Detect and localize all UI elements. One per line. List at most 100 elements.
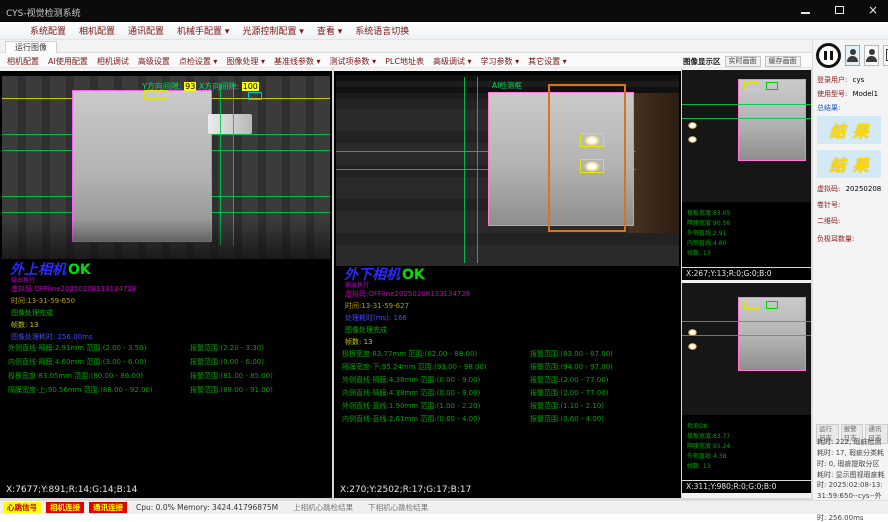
overlay-yellow-box <box>744 82 760 90</box>
tool-advanced-settings[interactable]: 高级设置 <box>138 56 170 67</box>
user-icon <box>847 56 858 62</box>
measurement-row: 隔膜宽度-下:95.24mm 范围:(93.00 - 98.00) <box>342 362 487 372</box>
measurement-row: 外侧直线-直线:1.90mm 范围:(1.00 - 2.20) <box>342 401 480 411</box>
menu-bar: 系统配置 相机配置 通讯配置 机械手配置 ▾ 光源控制配置 ▾ 查看 ▾ 系统语… <box>0 22 888 40</box>
overlay-green-box <box>766 82 778 90</box>
maximize-button[interactable] <box>830 2 848 18</box>
thumb-info-line: 帧数: 13 <box>687 248 711 257</box>
overlay-green-vline <box>464 77 465 263</box>
measurement-row: 内侧直线-隔膜:4.60mm 范围:(3.00 - 6.00) <box>8 357 146 367</box>
model-label: 使用型号: <box>817 90 847 98</box>
menu-item-view[interactable]: 查看 ▾ <box>317 24 342 37</box>
spool-row: 卷针号: <box>817 200 840 210</box>
heartbeat-status-badge: 心跳信号 <box>3 502 41 513</box>
thumb-info-line: 隔膜宽度:90.56 <box>687 218 730 227</box>
tool-ai-config[interactable]: AI使用配置 <box>48 56 88 67</box>
thumb-info-line: 帧数: 13 <box>687 461 711 470</box>
tool-test-params[interactable]: 测试项参数 ▾ <box>330 56 377 67</box>
overlay-green-line <box>682 321 811 322</box>
tool-image-process[interactable]: 图像处理 ▾ <box>226 56 265 67</box>
measurement-row: 极板宽度:83.05mm 范围:(80.00 - 86.00) <box>8 371 143 381</box>
overlay-green-line <box>682 118 811 119</box>
menu-item-camera-config[interactable]: 相机配置 <box>79 24 115 37</box>
alarm-range: 报警范围:(89.00 - 91.00) <box>190 385 273 395</box>
tab-count-label: 负极耳数量: <box>817 235 854 243</box>
window-controls: × <box>796 2 882 18</box>
alarm-range: 报警范围:(0.60 - 4.00) <box>530 414 604 424</box>
alarm-range: 报警范围:(81.00 - 85.00) <box>190 371 273 381</box>
result-box-2: 结果 <box>817 150 881 178</box>
tab-run-image[interactable]: 运行图像 <box>5 41 57 53</box>
close-button[interactable]: × <box>864 2 882 18</box>
menu-item-comm-config[interactable]: 通讯配置 <box>128 24 164 37</box>
led-glow <box>688 343 697 350</box>
virtual-code-value: 20250208 <box>846 185 882 193</box>
tab-count-row: 负极耳数量: <box>817 234 854 244</box>
thumb-info-line: 极板宽度:83.77 <box>687 431 730 440</box>
minimize-icon <box>801 12 810 14</box>
menu-item-light-config[interactable]: 光源控制配置 ▾ <box>242 24 303 37</box>
process-done-line: 图像处理完成 <box>11 308 53 318</box>
login-user-value: cys <box>853 76 865 84</box>
measurement-row: 极板宽度:83.77mm 范围:(82.00 - 88.00) <box>342 349 477 359</box>
camera-image-outer-lower[interactable]: AI检测框 <box>336 75 679 266</box>
model-value: Model1 <box>853 90 878 98</box>
thumb-tab-cache[interactable]: 缓存画面 <box>765 56 801 67</box>
title-bar: CYS-视觉检测系统 × <box>0 0 888 22</box>
thumbnail-image-bottom[interactable] <box>682 283 811 415</box>
app-window: CYS-视觉检测系统 × C 系统配置 相机配置 通讯配置 机械手配置 ▾ 光源… <box>0 0 888 522</box>
camera-image-outer-upper[interactable]: Y方向间隙: 93 X方向间隙: 100 <box>2 76 330 259</box>
machine-brown-band <box>628 93 679 233</box>
menu-item-robot-config[interactable]: 机械手配置 ▾ <box>177 24 229 37</box>
spool-label: 卷针号: <box>817 201 840 209</box>
tool-plc-table[interactable]: PLC地址表 <box>385 56 424 67</box>
pixel-coords-readout: X:270;Y:2502;R:17;G:17;B:17 <box>340 485 471 495</box>
pause-button[interactable] <box>816 43 841 68</box>
overlay-green-line <box>682 335 811 336</box>
menu-item-system-config[interactable]: 系统配置 <box>30 24 66 37</box>
window-title: CYS-视觉检测系统 <box>6 6 81 19</box>
tool-other-settings[interactable]: 其它设置 ▾ <box>528 56 567 67</box>
tool-baseline-params[interactable]: 基准线参数 ▾ <box>274 56 321 67</box>
total-result-label: 总结果: <box>817 104 840 112</box>
main-area: Y方向间隙: 93 X方向间隙: 100 外上相机OK 输出执行 虚拟码:OFF… <box>0 68 812 500</box>
qr-row: 二维码: <box>817 216 840 226</box>
gripper-shape <box>208 114 252 134</box>
thumb-header-label: 图像显示区 <box>683 56 721 67</box>
barcode-line: 虚拟码:OFFline20250208133134728 <box>345 289 470 299</box>
close-icon: × <box>868 4 878 16</box>
thumbnail-panel-top: 极板宽度:83.05 隔膜宽度:90.56 外侧直线:2.91 内侧直线:4.6… <box>682 70 811 280</box>
overlay-green-vline <box>477 77 478 263</box>
thumb-tab-live[interactable]: 实时画面 <box>725 56 761 67</box>
thumbnail-image-top[interactable] <box>682 70 811 202</box>
alarm-range: 报警范围:(2.00 - 77.00) <box>530 388 608 398</box>
comm-status-badge: 通讯连接 <box>89 502 127 513</box>
virtual-code-label: 虚拟码: <box>817 185 840 193</box>
pixel-coords-readout: X:7677;Y:891;R:14;G:14;B:14 <box>6 485 137 495</box>
pixel-coords-readout: X:267;Y:13;R:0;G:0;B:0 <box>686 269 772 278</box>
alarm-range: 报警范围:(2.00 - 77.00) <box>530 375 608 385</box>
cpu-memory-readout: Cpu: 0.0% Memory: 3424.41796875M <box>136 503 278 512</box>
measurement-row: 内侧直线-直线:2.61mm 范围:(0.60 - 4.00) <box>342 414 480 424</box>
tool-learning-params[interactable]: 学习参数 ▾ <box>481 56 520 67</box>
result-box-1: 结果 <box>817 116 881 144</box>
tool-camera-config[interactable]: 相机配置 <box>7 56 39 67</box>
tool-spot-check[interactable]: 点检设置 ▾ <box>179 56 218 67</box>
tool-advanced-debug[interactable]: 高级调试 ▾ <box>433 56 472 67</box>
alarm-range: 报警范围:(83.00 - 87.00) <box>530 349 613 359</box>
tool-camera-debug[interactable]: 相机调试 <box>97 56 129 67</box>
overlay-cyan-box <box>248 92 262 100</box>
total-result-row: 总结果: <box>817 103 840 113</box>
minimize-button[interactable] <box>796 2 814 18</box>
lower-camera-heartbeat-link[interactable]: 下相机心跳检结果 <box>368 502 428 513</box>
gap-y-label: Y方向间隙: <box>142 82 182 91</box>
gap-x-value: 100 <box>242 82 259 91</box>
user-switch-button[interactable] <box>864 45 879 66</box>
status-bar: 心跳信号 相机连接 通讯连接 Cpu: 0.0% Memory: 3424.41… <box>0 500 888 514</box>
elapsed-line: 图像处理耗时: 256.00ms <box>11 332 93 342</box>
menu-item-language[interactable]: 系统语言切换 <box>355 24 409 37</box>
alarm-range: 报警范围:(94.00 - 97.00) <box>530 362 613 372</box>
user-login-button[interactable] <box>845 45 860 66</box>
upper-camera-heartbeat-link[interactable]: 上相机心跳检结果 <box>293 502 353 513</box>
logout-button[interactable] <box>883 45 888 66</box>
